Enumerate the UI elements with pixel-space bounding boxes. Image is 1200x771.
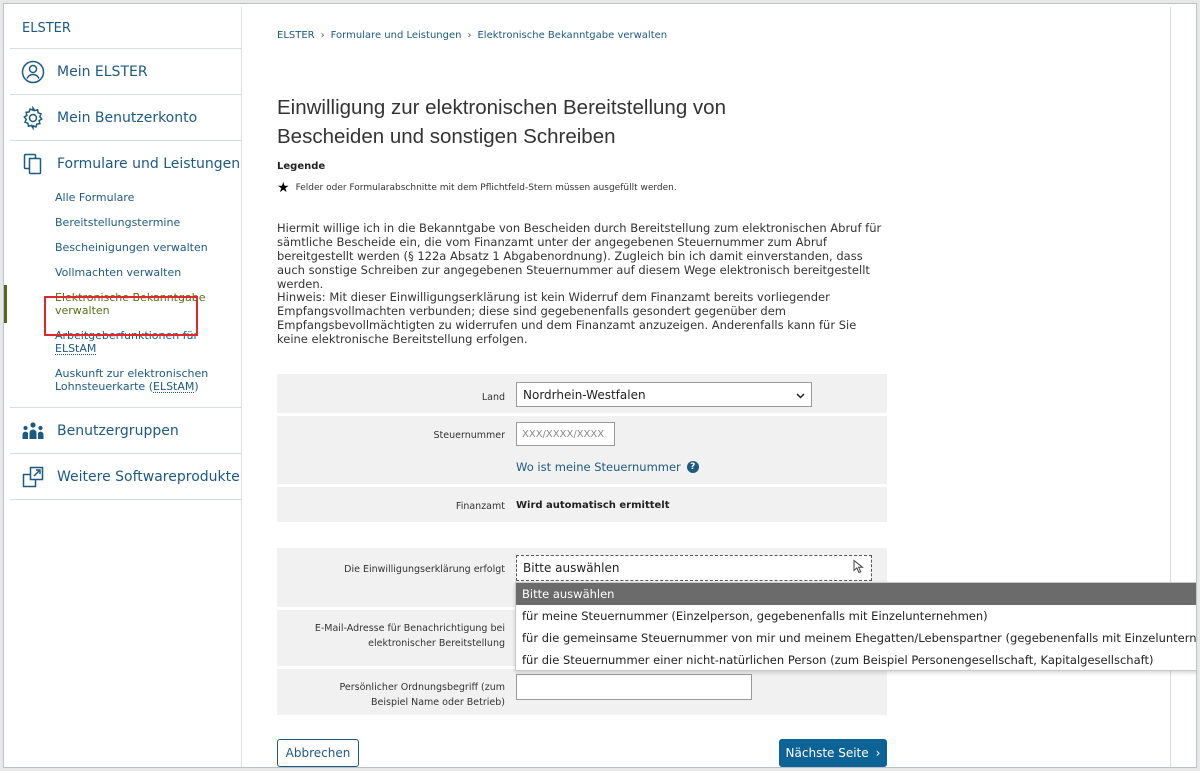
- chevron-right-icon: ›: [320, 30, 325, 41]
- steuernummer-input[interactable]: XXX/XXXX/XXXX: [516, 422, 615, 446]
- legend-description: Felder oder Formularabschnitte mit dem P…: [295, 183, 677, 193]
- sidebar: ELSTER Mein ELSTER Mein Benutzerkonto Fo…: [4, 7, 242, 767]
- dropdown-option[interactable]: für die Steuernummer einer nicht-natürli…: [516, 649, 1196, 671]
- chevron-right-icon: ›: [467, 30, 472, 41]
- einwilligung-dropdown-list: Bitte auswählen für meine Steuernummer (…: [515, 582, 1196, 671]
- einwilligung-select-value: Bitte auswählen: [523, 561, 620, 575]
- breadcrumb: ELSTER › Formulare und Leistungen › Elek…: [277, 30, 667, 41]
- finanzamt-value: Wird automatisch ermittelt: [516, 500, 670, 511]
- ordnung-input[interactable]: [516, 674, 752, 700]
- email-label: E-Mail-Adresse für Benachrichtigung bei …: [314, 623, 505, 649]
- sidebar-sub-auskunft-elstam[interactable]: Auskunft zur elektronischen Lohnsteuerka…: [10, 367, 241, 393]
- einwilligung-label: Die Einwilligungserklärung erfolgt: [344, 564, 505, 575]
- sidebar-item-benutzergruppen[interactable]: Benutzergruppen: [10, 408, 241, 454]
- consent-text: Hiermit willige ich in die Bekanntgabe v…: [277, 221, 882, 291]
- next-page-label: Nächste Seite: [785, 746, 869, 760]
- sidebar-sub-alle-formulare[interactable]: Alle Formulare: [10, 191, 241, 204]
- sidebar-item-mein-elster[interactable]: Mein ELSTER: [10, 49, 241, 95]
- sidebar-sub-label: Arbeitgeberfunktionen für: [55, 329, 199, 342]
- dropdown-option[interactable]: für meine Steuernummer (Einzelperson, ge…: [516, 605, 1196, 627]
- cursor-pointer-icon: [853, 559, 865, 577]
- sidebar-item-label: Weitere Softwareprodukte: [57, 468, 240, 485]
- sidebar-item-weitere-software[interactable]: Weitere Softwareprodukte: [10, 454, 241, 500]
- breadcrumb-current[interactable]: Elektronische Bekanntgabe verwalten: [477, 30, 667, 41]
- row-divider: [277, 484, 887, 487]
- sidebar-section-formulare: Formulare und Leistungen Alle Formulare …: [4, 141, 241, 408]
- hint-text: Hinweis: Mit dieser Einwilligungserkläru…: [277, 290, 857, 346]
- land-label: Land: [481, 392, 505, 403]
- sidebar-brand[interactable]: ELSTER: [10, 7, 241, 49]
- steuernummer-help-text: Wo ist meine Steuernummer: [516, 460, 681, 474]
- dropdown-option[interactable]: für die gemeinsame Steuernummer von mir …: [516, 627, 1196, 649]
- legend-text: ★ Felder oder Formularabschnitte mit dem…: [277, 180, 677, 196]
- breadcrumb-formulare[interactable]: Formulare und Leistungen: [331, 30, 462, 41]
- sidebar-item-mein-benutzerkonto[interactable]: Mein Benutzerkonto: [10, 95, 241, 141]
- sidebar-sub-label-end: ): [194, 380, 199, 393]
- sidebar-item-label: Mein Benutzerkonto: [57, 109, 198, 126]
- help-question-icon: ?: [686, 461, 699, 473]
- abbr-elstam: ELStAM: [55, 342, 97, 355]
- sidebar-sub-elektronische-bekanntgabe[interactable]: Elektronische Bekanntgabe verwalten: [4, 285, 241, 323]
- sidebar-sub-arbeitgeberfunktionen[interactable]: Arbeitgeberfunktionen für ELStAM: [10, 329, 241, 355]
- form-block-taxnumber: Land Nordrhein-Westfalen Steuernummer XX…: [277, 374, 887, 522]
- next-page-button[interactable]: Nächste Seite ›: [779, 739, 887, 767]
- gear-icon: [21, 105, 45, 130]
- steuernummer-help-link[interactable]: Wo ist meine Steuernummer ?: [516, 460, 699, 474]
- cancel-button[interactable]: Abbrechen: [277, 739, 359, 767]
- row-divider: [277, 413, 887, 416]
- abbr-elstam: ELStAM: [153, 380, 195, 393]
- finanzamt-label: Finanzamt: [455, 501, 505, 512]
- ordnung-label: Persönlicher Ordnungsbegriff (zum Beispi…: [339, 682, 506, 708]
- user-group-icon: [21, 419, 45, 443]
- breadcrumb-elster[interactable]: ELSTER: [277, 30, 315, 41]
- external-window-icon: [21, 465, 45, 489]
- chevron-right-icon: ›: [875, 746, 881, 760]
- chevron-down-icon: [796, 388, 805, 402]
- sidebar-sub-bereitstellungstermine[interactable]: Bereitstellungstermine: [10, 216, 241, 229]
- steuernummer-label: Steuernummer: [433, 430, 505, 441]
- dropdown-option[interactable]: Bitte auswählen: [516, 583, 1196, 605]
- einwilligung-select[interactable]: Bitte auswählen: [516, 555, 872, 581]
- land-select-value: Nordrhein-Westfalen: [523, 387, 646, 402]
- sidebar-item-label: Formulare und Leistungen: [57, 156, 241, 172]
- page-title: Einwilligung zur elektronischen Bereitst…: [277, 96, 726, 148]
- land-select[interactable]: Nordrhein-Westfalen: [516, 382, 812, 407]
- sidebar-item-label: Benutzergruppen: [57, 422, 179, 439]
- required-star-icon: ★: [277, 180, 290, 196]
- sidebar-item-formulare[interactable]: Formulare und Leistungen: [10, 141, 241, 187]
- documents-icon: [21, 152, 45, 176]
- sidebar-sub-vollmachten[interactable]: Vollmachten verwalten: [10, 266, 241, 279]
- app-frame: ELSTER Mein ELSTER Mein Benutzerkonto Fo…: [3, 3, 1197, 768]
- user-circle-icon: [21, 60, 45, 84]
- sidebar-item-label: Mein ELSTER: [57, 63, 148, 80]
- legend-title: Legende: [277, 161, 326, 172]
- sidebar-sub-bescheinigungen[interactable]: Bescheinigungen verwalten: [10, 241, 241, 254]
